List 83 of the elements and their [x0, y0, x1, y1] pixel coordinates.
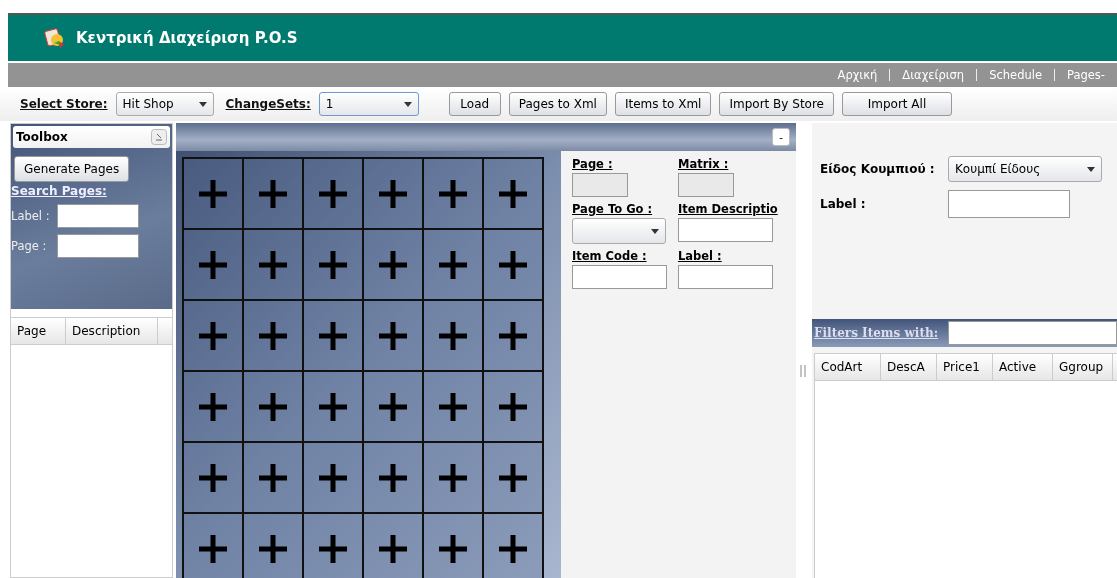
page-cell[interactable]: [363, 513, 423, 578]
page-cell[interactable]: [423, 229, 483, 300]
page-cell[interactable]: [303, 513, 363, 578]
toolbar-button[interactable]: Load: [448, 92, 501, 116]
page-cell[interactable]: [423, 300, 483, 371]
page-cell[interactable]: [363, 158, 423, 229]
page-cell[interactable]: [363, 229, 423, 300]
page-cell[interactable]: [483, 442, 543, 513]
page-cell[interactable]: [423, 158, 483, 229]
field-label: Page :: [572, 157, 614, 171]
input-field[interactable]: [948, 190, 1070, 218]
input-field[interactable]: [678, 265, 773, 289]
field-label: Item Descriptio: [678, 202, 779, 216]
splitter-grip-icon[interactable]: [800, 365, 806, 377]
column-header[interactable]: Ggroup: [1053, 354, 1113, 380]
caret-icon: [198, 101, 207, 107]
input-field[interactable]: [678, 218, 773, 242]
app-title: Κεντρική Διαχείριση P.O.S: [76, 29, 298, 47]
app-icon: [44, 27, 66, 49]
caret-icon: [1087, 166, 1095, 172]
caret-icon: [651, 228, 659, 234]
page-cell[interactable]: [423, 513, 483, 578]
button-type-dropdown[interactable]: Κουμπί Είδους: [948, 156, 1102, 182]
page-cell[interactable]: [483, 300, 543, 371]
column-header[interactable]: Description: [66, 318, 158, 344]
page-cell[interactable]: [423, 371, 483, 442]
field-label: Είδος Κουμπιού :: [820, 162, 936, 176]
page-cell[interactable]: [183, 371, 243, 442]
field-label: Item Code :: [572, 249, 648, 263]
page-cell[interactable]: [243, 442, 303, 513]
field-label: Matrix :: [678, 157, 730, 171]
page-cell[interactable]: [183, 300, 243, 371]
page-cell[interactable]: [303, 300, 363, 371]
toolbar-button[interactable]: Pages to Xml: [508, 92, 607, 116]
page-cell[interactable]: [483, 371, 543, 442]
store-label: Select Store:: [20, 97, 108, 111]
field-label: Label :: [11, 209, 51, 223]
caret-icon: [403, 101, 412, 107]
field-label: Page To Go :: [572, 202, 654, 216]
page-cell[interactable]: [483, 513, 543, 578]
page-cell[interactable]: [183, 158, 243, 229]
store-dropdown[interactable]: Hit Shop: [115, 92, 214, 116]
page-cell[interactable]: [483, 229, 543, 300]
column-header[interactable]: Price1: [937, 354, 993, 380]
generate-pages-button[interactable]: Generate Pages: [14, 156, 130, 182]
page-cell[interactable]: [243, 300, 303, 371]
page-cell[interactable]: [303, 371, 363, 442]
search-pages-link[interactable]: Search Pages:: [11, 184, 172, 198]
page-cell[interactable]: [183, 229, 243, 300]
column-header[interactable]: Active: [993, 354, 1053, 380]
readonly-field[interactable]: [572, 173, 628, 197]
column-header[interactable]: DescA: [881, 354, 937, 380]
readonly-field[interactable]: [678, 173, 734, 197]
filter-field[interactable]: [948, 321, 1117, 345]
page-cell[interactable]: [363, 300, 423, 371]
page-cell[interactable]: [243, 513, 303, 578]
page-cell[interactable]: [303, 442, 363, 513]
page-cell[interactable]: [423, 442, 483, 513]
page-cell[interactable]: [303, 229, 363, 300]
toolbar-button[interactable]: Items to Xml: [614, 92, 712, 116]
page-cell[interactable]: [243, 371, 303, 442]
page-cell[interactable]: [363, 371, 423, 442]
column-header[interactable]: CodArt: [815, 354, 881, 380]
changesets-label: ChangeSets:: [225, 97, 311, 111]
input-field[interactable]: [57, 234, 139, 258]
toolbox-title: Toolbox: [16, 130, 68, 144]
page-cell[interactable]: [303, 158, 363, 229]
page-cell[interactable]: [183, 513, 243, 578]
page-cell[interactable]: [483, 158, 543, 229]
field-label: Label :: [678, 249, 723, 263]
field-label: Page :: [11, 239, 48, 253]
collapse-button[interactable]: -: [772, 128, 790, 146]
toolbar-button[interactable]: Import By Store: [719, 92, 834, 116]
page-cell[interactable]: [363, 442, 423, 513]
column-header[interactable]: Page: [11, 318, 66, 344]
field-label: Label :: [820, 197, 867, 211]
input-field[interactable]: [572, 265, 667, 289]
page-cell[interactable]: [243, 158, 303, 229]
changesets-dropdown[interactable]: 1: [318, 92, 419, 116]
page-cell[interactable]: [183, 442, 243, 513]
page-cell[interactable]: [243, 229, 303, 300]
input-field[interactable]: [57, 204, 139, 228]
toolbar-button[interactable]: Import All: [842, 92, 952, 116]
